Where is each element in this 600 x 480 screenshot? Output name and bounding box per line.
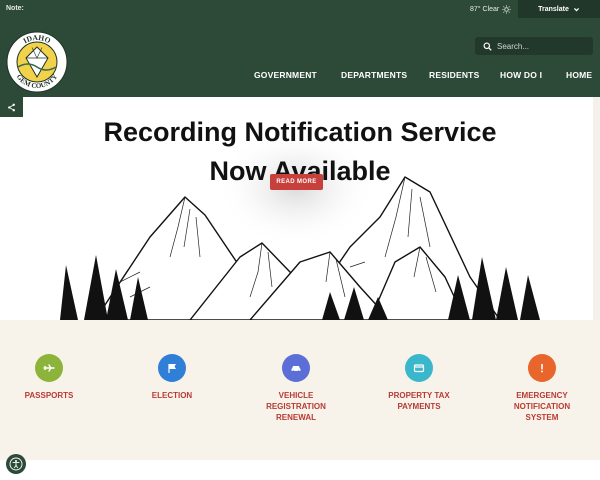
note-label: Note: — [6, 5, 24, 12]
nav-item-departments[interactable]: DEPARTMENTS — [341, 70, 407, 80]
read-more-button[interactable]: READ MORE — [270, 174, 323, 190]
search-icon — [483, 41, 492, 51]
flag-icon — [158, 354, 186, 382]
top-utility-bar: Note: 87° Clear Translate — [0, 0, 600, 18]
nav-item-home[interactable]: HOME — [566, 70, 592, 80]
share-button[interactable] — [0, 97, 23, 117]
nav-item-residents[interactable]: RESIDENTS — [429, 70, 479, 80]
quick-link-emergency-notification[interactable]: EMERGENCY NOTIFICATION SYSTEM — [487, 354, 597, 423]
translate-button[interactable]: Translate — [518, 0, 600, 18]
quick-links-section: PASSPORTS ELECTION VEHICLE REGISTRATION … — [0, 320, 600, 460]
hero-edge — [593, 97, 600, 320]
quick-link-label: PROPERTY TAX PAYMENTS — [388, 391, 450, 411]
search-input[interactable] — [497, 41, 587, 51]
nav-item-government[interactable]: GOVERNMENT — [254, 70, 317, 80]
payment-card-icon — [405, 354, 433, 382]
chevron-down-icon — [573, 7, 579, 11]
site-header: IDAHO GEM COUNTY GOVERNMENT DEPARTMENTS … — [0, 18, 600, 97]
quick-link-passports[interactable]: PASSPORTS — [0, 354, 104, 401]
quick-link-label: EMERGENCY NOTIFICATION SYSTEM — [513, 391, 571, 422]
translate-label: Translate — [538, 5, 569, 13]
search-box[interactable] — [475, 37, 593, 55]
sun-icon — [502, 5, 511, 14]
nav-item-how-do-i[interactable]: HOW DO I — [500, 70, 542, 80]
quick-link-label: PASSPORTS — [24, 391, 74, 400]
alert-icon — [528, 354, 556, 382]
share-icon — [8, 103, 15, 111]
county-seal-logo[interactable]: IDAHO GEM COUNTY — [6, 31, 68, 93]
accessibility-button[interactable] — [6, 454, 26, 474]
accessibility-icon — [9, 457, 23, 471]
quick-link-election[interactable]: ELECTION — [117, 354, 227, 401]
quick-link-vehicle-registration[interactable]: VEHICLE REGISTRATION RENEWAL — [241, 354, 351, 423]
quick-link-label: ELECTION — [151, 391, 193, 400]
weather-widget[interactable]: 87° Clear — [470, 5, 511, 14]
weather-text: 87° Clear — [470, 6, 500, 13]
car-icon — [282, 354, 310, 382]
quick-link-property-tax[interactable]: PROPERTY TAX PAYMENTS — [364, 354, 474, 412]
quick-link-label: VEHICLE REGISTRATION RENEWAL — [266, 391, 326, 422]
airplane-icon — [35, 354, 63, 382]
hero-banner: Recording Notification Service Now Avail… — [0, 97, 600, 320]
hero-title-line-1: Recording Notification Service — [103, 117, 497, 147]
